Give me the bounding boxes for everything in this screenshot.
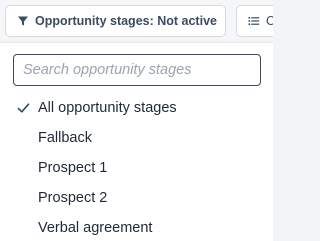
filter-icon [17, 15, 29, 27]
opportunity-stage-option[interactable]: Fallback [0, 123, 273, 153]
opportunity-stages-dropdown: All opportunity stages Fallback Prospect 1… [0, 42, 273, 241]
opportunity-stage-option-label: Prospect 2 [38, 190, 108, 206]
checkmark-icon [17, 103, 30, 113]
opportunity-stage-option[interactable]: All opportunity stages [0, 93, 273, 123]
second-filter-button[interactable]: Ca [236, 5, 273, 37]
opportunity-stages-list: All opportunity stages Fallback Prospect 1… [0, 93, 273, 241]
opportunity-stage-option-label: Prospect 1 [38, 160, 108, 176]
opportunity-stage-option-label: Verbal agreement [38, 220, 153, 236]
second-filter-label: Ca [266, 14, 273, 28]
opportunity-stage-option[interactable]: Prospect 2 [0, 183, 273, 213]
opportunity-stage-option[interactable]: Verbal agreement [0, 213, 273, 241]
opportunity-stage-option-label: Fallback [38, 130, 92, 146]
filter-area: Opportunity stages: Not active Ca All op… [0, 0, 273, 241]
opportunity-stages-filter-label: Opportunity stages: Not active [35, 14, 217, 28]
opportunity-stage-option[interactable]: Prospect 1 [0, 153, 273, 183]
opportunity-stages-filter-button[interactable]: Opportunity stages: Not active [5, 5, 226, 37]
search-opportunity-stages-input[interactable] [14, 55, 260, 85]
list-icon [248, 15, 260, 27]
search-box [13, 54, 261, 86]
opportunity-stage-option-label: All opportunity stages [38, 100, 177, 116]
